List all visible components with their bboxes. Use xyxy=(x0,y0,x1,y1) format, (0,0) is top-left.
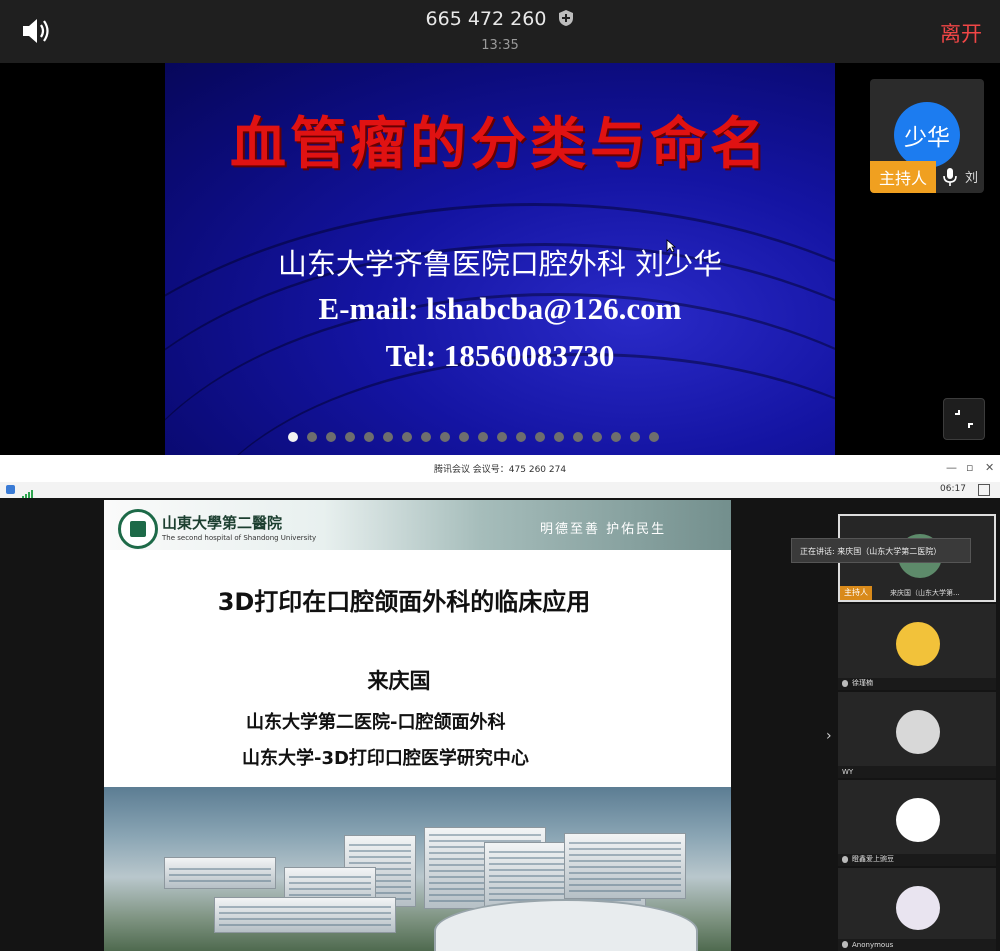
page-dot[interactable] xyxy=(497,432,507,442)
participant-name: WY xyxy=(842,768,854,776)
page-dot[interactable] xyxy=(573,432,583,442)
exit-fullscreen-button[interactable] xyxy=(943,398,985,440)
shield-icon xyxy=(558,9,574,32)
close-icon[interactable]: ✕ xyxy=(985,461,994,474)
host-badge: 主持人 xyxy=(870,161,936,193)
participant-name: 来庆国（山东大学第... xyxy=(890,589,960,597)
avatar: 少华 xyxy=(894,102,960,168)
slide-title: 3D打印在口腔颌面外科的临床应用 xyxy=(217,588,591,616)
page-dot[interactable] xyxy=(326,432,336,442)
hospital-motto: 明德至善 护佑民生 xyxy=(540,522,667,537)
meeting-duration: 06:17 xyxy=(940,484,966,494)
slide-pager[interactable] xyxy=(288,432,659,444)
mic-muted-icon xyxy=(842,680,848,687)
fullscreen-icon[interactable] xyxy=(978,484,990,496)
security-icon[interactable] xyxy=(6,485,15,494)
hospital-name-english: The second hospital of Shandong Universi… xyxy=(162,534,317,542)
window-title: 腾讯会议 会议号：475 260 274 xyxy=(433,465,567,475)
avatar xyxy=(896,622,940,666)
page-dot[interactable] xyxy=(288,432,298,442)
avatar xyxy=(896,710,940,754)
shared-slide-1: 血管瘤的分类与命名 山东大学齐鲁医院口腔外科 刘少华 E-mail: lshab… xyxy=(165,63,835,455)
page-dot[interactable] xyxy=(459,432,469,442)
campus-photo xyxy=(104,787,731,951)
page-dot[interactable] xyxy=(307,432,317,442)
meeting-clock: 13:35 xyxy=(481,38,519,53)
meeting-id-text: 665 472 260 xyxy=(425,8,547,30)
participant-name: 徐瑾楠 xyxy=(852,679,873,687)
participant-tile[interactable]: 徐瑾楠 xyxy=(838,604,996,690)
page-dot[interactable] xyxy=(554,432,564,442)
page-dot[interactable] xyxy=(478,432,488,442)
participant-tile[interactable]: 瞪鑫爱上豌豆 xyxy=(838,780,996,866)
mic-muted-icon xyxy=(842,941,848,948)
microphone-icon xyxy=(941,167,959,191)
participant-tile[interactable]: Anonymous xyxy=(838,868,996,951)
leave-button[interactable]: 离开 xyxy=(940,18,982,48)
slide-affiliation-2: 山东大学-3D打印口腔医学研究中心 xyxy=(242,748,529,769)
slide-author: 山东大学齐鲁医院口腔外科 刘少华 xyxy=(277,247,723,281)
shared-slide-2: 山東大學第二醫院 The second hospital of Shandong… xyxy=(104,500,731,951)
host-badge: 主持人 xyxy=(840,586,872,600)
page-dot[interactable] xyxy=(440,432,450,442)
slide-tel: Tel: 18560083730 xyxy=(385,338,615,373)
participant-name: 瞪鑫爱上豌豆 xyxy=(852,855,894,863)
host-name: 刘 xyxy=(965,171,979,186)
page-dot[interactable] xyxy=(402,432,412,442)
chevron-right-icon[interactable]: › xyxy=(826,728,832,744)
mic-muted-icon xyxy=(842,856,848,863)
avatar xyxy=(896,798,940,842)
slide-affiliation-1: 山东大学第二医院-口腔颌面外科 xyxy=(246,712,506,733)
page-dot[interactable] xyxy=(630,432,640,442)
page-dot[interactable] xyxy=(383,432,393,442)
avatar xyxy=(896,886,940,930)
page-dot[interactable] xyxy=(535,432,545,442)
slide-title: 血管瘤的分类与命名 xyxy=(230,111,770,177)
participant-tile[interactable]: WY xyxy=(838,692,996,778)
page-dot[interactable] xyxy=(421,432,431,442)
page-dot[interactable] xyxy=(345,432,355,442)
participant-name: Anonymous xyxy=(852,941,894,949)
hospital-name: 山東大學第二醫院 xyxy=(162,514,283,532)
page-dot[interactable] xyxy=(592,432,602,442)
slide-header: 山東大學第二醫院 The second hospital of Shandong… xyxy=(104,500,731,550)
minimize-icon[interactable]: — xyxy=(946,461,957,474)
slide-email: E-mail: lshabcba@126.com xyxy=(318,291,682,326)
window-title-bar: 腾讯会议 会议号：475 260 274 — ▫ ✕ xyxy=(0,455,1000,483)
page-dot[interactable] xyxy=(611,432,621,442)
mouse-cursor-icon xyxy=(666,238,677,257)
slide-author: 来庆国 xyxy=(367,669,431,693)
host-video-tile[interactable]: 少华 主持人 刘 xyxy=(870,79,984,193)
page-dot[interactable] xyxy=(649,432,659,442)
collapse-icon xyxy=(955,410,973,428)
window-toolbar: 06:17 xyxy=(0,482,1000,500)
page-dot[interactable] xyxy=(364,432,374,442)
maximize-icon[interactable]: ▫ xyxy=(966,461,973,474)
meeting-id[interactable]: 665 472 260 xyxy=(0,8,1000,32)
page-dot[interactable] xyxy=(516,432,526,442)
speaking-indicator: 正在讲话: 来庆国（山东大学第二医院） xyxy=(791,538,971,563)
hospital-logo-icon xyxy=(118,509,158,549)
